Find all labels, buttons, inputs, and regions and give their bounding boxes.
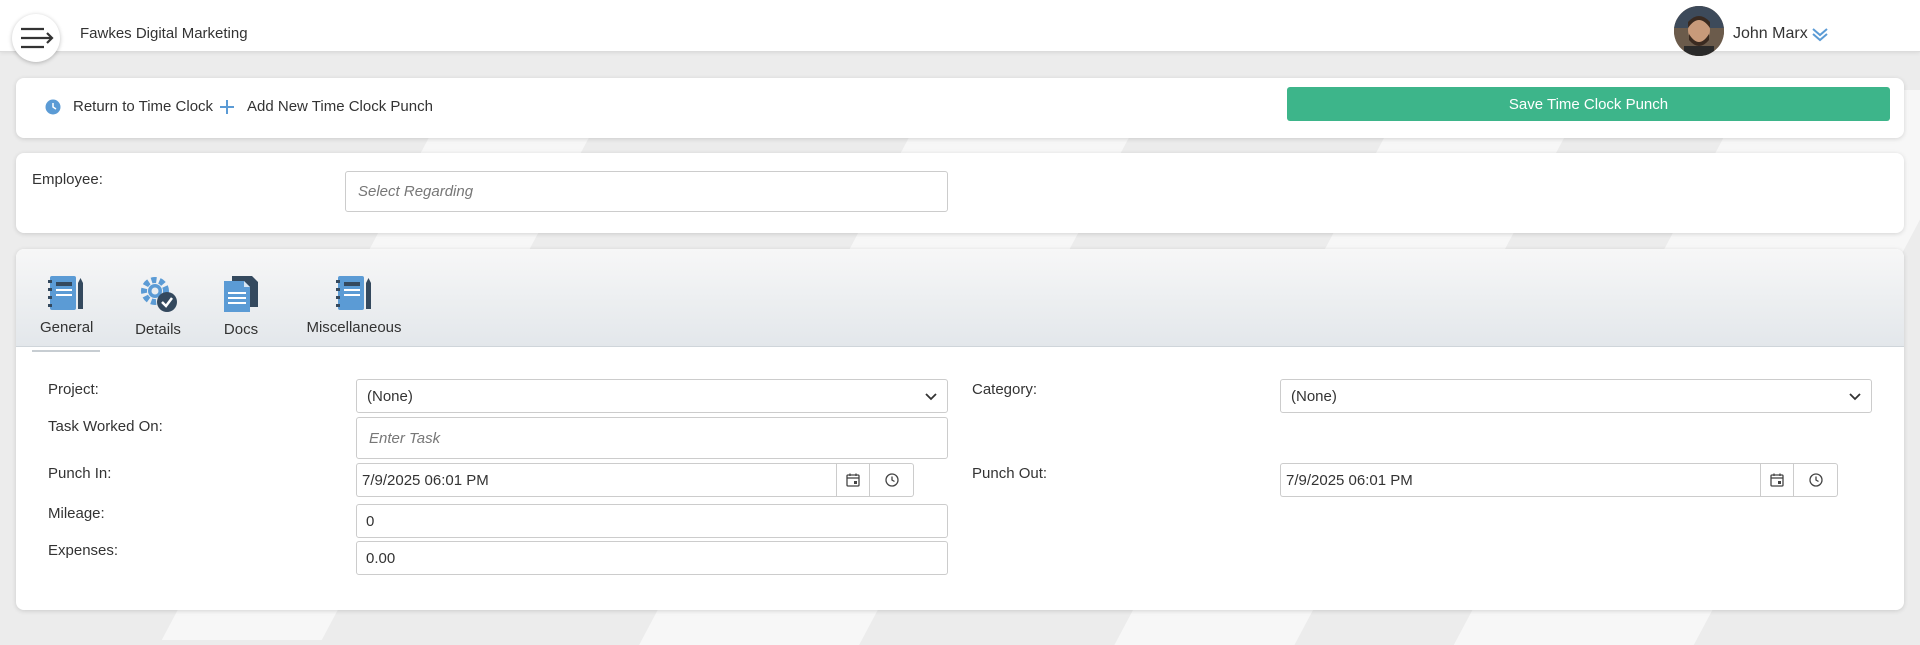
chevron-down-icon	[1849, 388, 1861, 405]
tab-miscellaneous-label: Miscellaneous	[306, 319, 402, 336]
mileage-label: Mileage:	[48, 505, 105, 522]
clock-icon	[1808, 473, 1823, 487]
tab-general[interactable]: General	[32, 275, 100, 352]
punch-out-datetime: 7/9/2025 06:01 PM	[1280, 463, 1838, 497]
tab-miscellaneous[interactable]: Miscellaneous	[305, 275, 403, 336]
employee-card: Employee:	[16, 153, 1904, 233]
punch-in-time-button[interactable]	[870, 463, 914, 497]
project-select[interactable]: (None)	[356, 379, 948, 413]
employee-select-input[interactable]	[345, 171, 948, 212]
company-name: Fawkes Digital Marketing	[80, 25, 248, 42]
toolbar-card: Return to Time Clock Add New Time Clock …	[16, 78, 1904, 138]
main-form-card: General Details Docs Miscellaneous Proje…	[16, 249, 1904, 610]
task-input[interactable]	[356, 417, 948, 459]
tab-docs[interactable]: Docs	[222, 275, 260, 338]
save-button[interactable]: Save Time Clock Punch	[1287, 87, 1890, 121]
clock-icon	[884, 473, 899, 487]
return-label: Return to Time Clock	[73, 98, 214, 115]
plus-icon	[219, 99, 235, 115]
return-to-time-clock-link[interactable]: Return to Time Clock	[45, 98, 213, 115]
chevron-down-icon	[925, 388, 937, 405]
notebook-icon	[47, 275, 85, 315]
project-select-value: (None)	[367, 387, 413, 405]
punch-in-datetime: 7/9/2025 06:01 PM	[356, 463, 914, 497]
menu-button[interactable]	[12, 14, 60, 62]
add-label: Add New Time Clock Punch	[247, 98, 433, 115]
documents-icon	[222, 275, 260, 317]
task-label: Task Worked On:	[48, 418, 163, 435]
tabs-bar: General Details Docs Miscellaneous	[16, 249, 1904, 352]
tab-general-label: General	[40, 319, 94, 336]
punch-out-time-button[interactable]	[1794, 463, 1838, 497]
punch-in-input[interactable]: 7/9/2025 06:01 PM	[356, 463, 836, 497]
punch-out-label: Punch Out:	[972, 465, 1048, 482]
notebook-icon	[335, 275, 373, 315]
mileage-input[interactable]: 0	[356, 504, 948, 538]
user-avatar[interactable]	[1674, 6, 1724, 56]
category-select-value: (None)	[1291, 387, 1337, 405]
user-name[interactable]: John Marx	[1733, 25, 1808, 43]
tab-details[interactable]: Details	[133, 275, 183, 338]
employee-label: Employee:	[32, 171, 103, 188]
hamburger-icon	[21, 27, 54, 49]
add-new-punch-link[interactable]: Add New Time Clock Punch	[219, 98, 433, 115]
project-label: Project:	[48, 381, 99, 398]
punch-out-input[interactable]: 7/9/2025 06:01 PM	[1280, 463, 1760, 497]
punch-in-calendar-button[interactable]	[836, 463, 870, 497]
gear-check-icon	[137, 275, 179, 317]
expenses-label: Expenses:	[48, 542, 119, 559]
calendar-icon	[1770, 473, 1784, 487]
category-label: Category:	[972, 381, 1038, 398]
calendar-icon	[846, 473, 860, 487]
tab-docs-label: Docs	[223, 321, 259, 338]
expenses-input[interactable]: 0.00	[356, 541, 948, 575]
clock-icon	[45, 99, 61, 115]
tab-details-label: Details	[135, 321, 181, 338]
punch-out-calendar-button[interactable]	[1760, 463, 1794, 497]
top-bar: Fawkes Digital Marketing John Marx	[0, 0, 1920, 56]
chevron-down-icon[interactable]	[1811, 25, 1829, 47]
punch-in-label: Punch In:	[48, 465, 112, 482]
category-select[interactable]: (None)	[1280, 379, 1872, 413]
